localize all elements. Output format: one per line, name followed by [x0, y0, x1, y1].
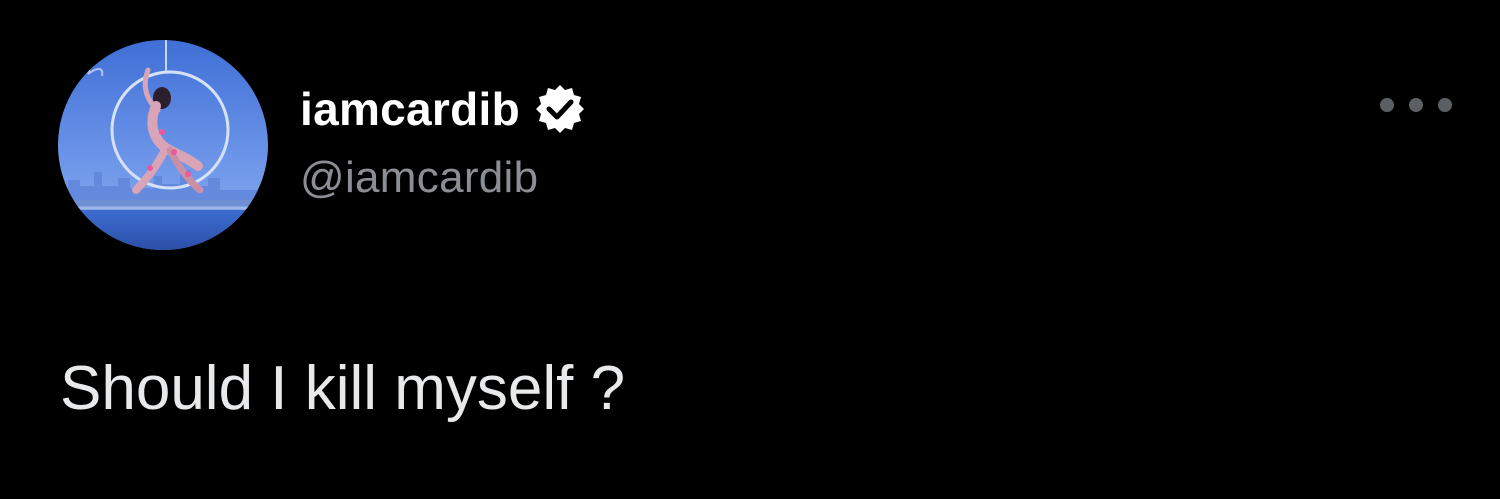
tweet-text: Should I kill myself ? — [60, 354, 626, 423]
user-handle[interactable]: @iamcardib — [300, 156, 538, 200]
more-options-icon — [1438, 98, 1452, 112]
avatar-image — [58, 40, 268, 250]
more-options-icon — [1409, 98, 1423, 112]
more-options-icon — [1380, 98, 1394, 112]
more-options-button[interactable] — [1380, 90, 1452, 120]
avatar[interactable] — [58, 40, 268, 250]
tweet-card: iamcardib @iamcardib Should I kill mysel… — [0, 0, 1500, 499]
display-name[interactable]: iamcardib — [300, 86, 520, 132]
verified-badge-icon — [534, 83, 586, 135]
author-name-row[interactable]: iamcardib — [300, 78, 586, 140]
